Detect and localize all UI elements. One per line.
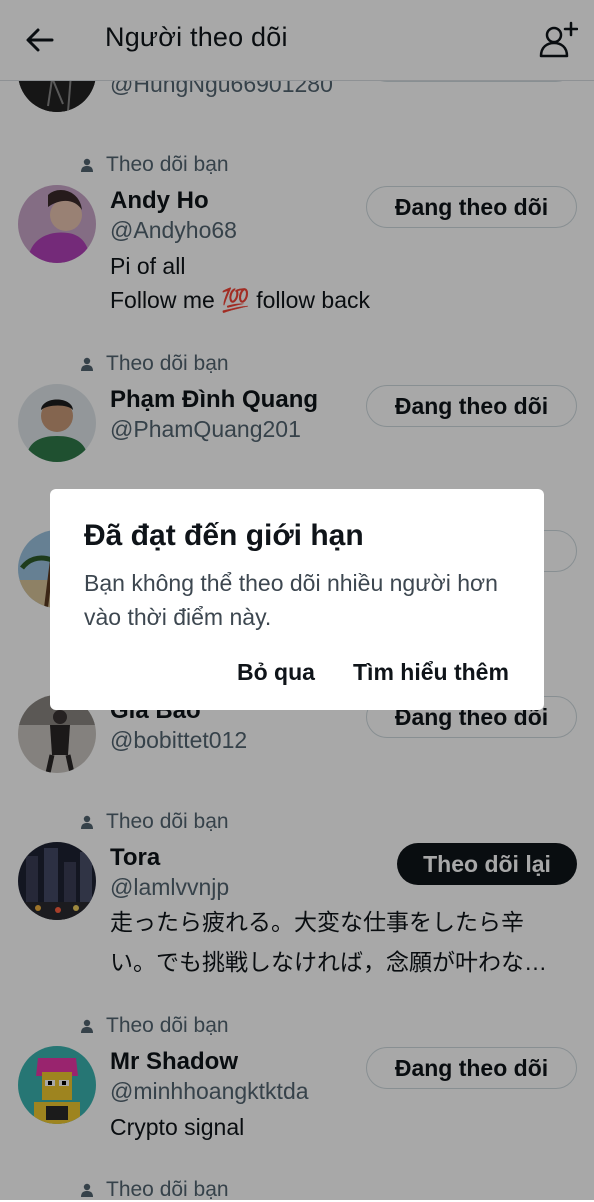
learn-more-button[interactable]: Tìm hiểu thêm [353, 659, 509, 686]
dialog-title: Đã đạt đến giới hạn [84, 519, 364, 552]
dialog-message: Bạn không thể theo dõi nhiều người hơn v… [84, 570, 498, 630]
limit-reached-dialog: Đã đạt đến giới hạn Bạn không thể theo d… [50, 489, 544, 710]
dismiss-button[interactable]: Bỏ qua [237, 659, 315, 686]
